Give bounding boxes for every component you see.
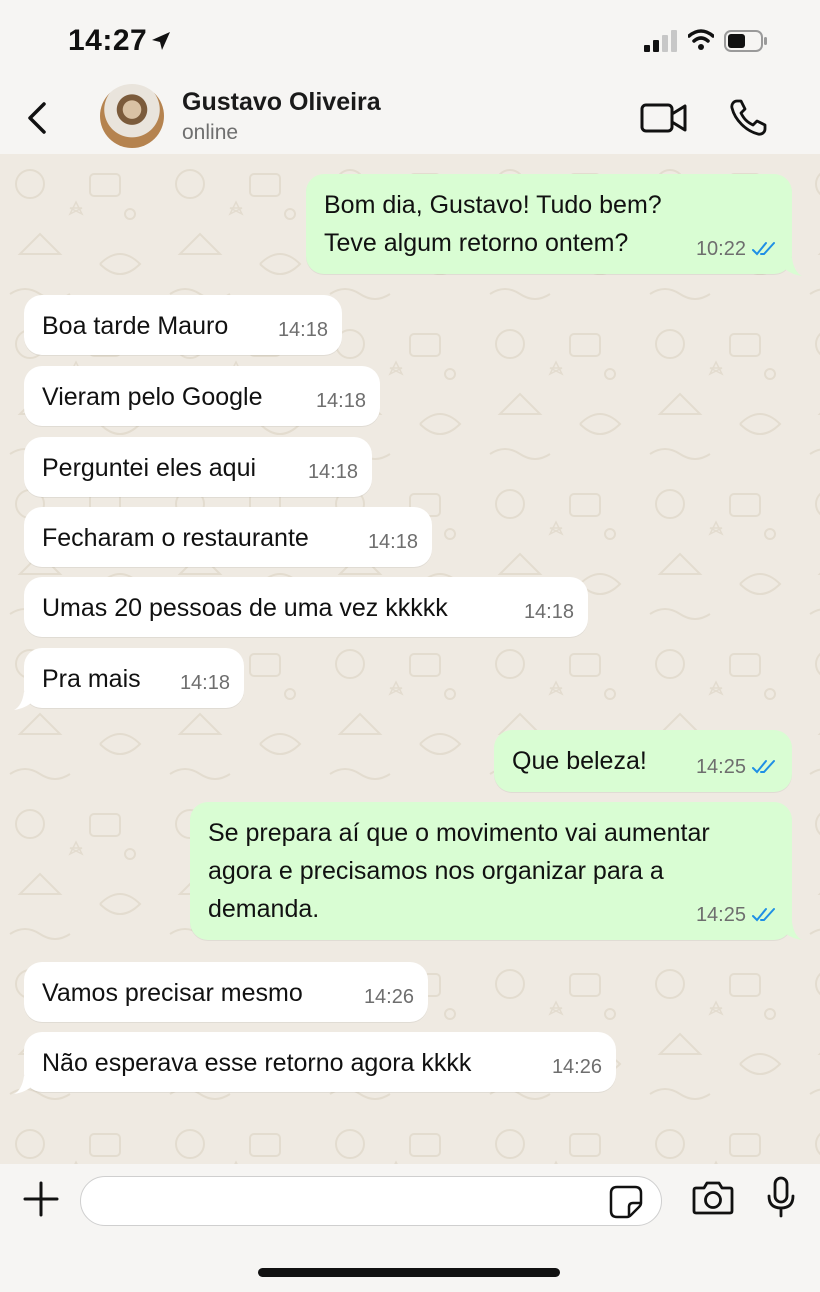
incoming-message[interactable]: Vieram pelo Google 14:18	[24, 366, 380, 426]
sticker-icon[interactable]	[609, 1185, 643, 1219]
incoming-message[interactable]: Pra mais 14:18	[24, 648, 244, 708]
status-bar: 14:27	[0, 0, 820, 80]
read-ticks-icon	[752, 908, 775, 922]
message-time: 10:22	[695, 238, 746, 260]
message-time: 14:18	[277, 319, 328, 341]
chat-area[interactable]: Bom dia, Gustavo! Tudo bem? Teve algum r…	[0, 154, 820, 1164]
message-time: 14:26	[363, 986, 414, 1008]
incoming-message[interactable]: Boa tarde Mauro 14:18	[24, 295, 342, 355]
message-text: Umas 20 pessoas de uma vez kkkkk	[42, 594, 448, 622]
message-meta: 14:25	[696, 896, 778, 934]
message-meta: 14:18	[316, 382, 366, 420]
message-time: 14:25	[695, 756, 746, 778]
message-text: Não esperava esse retorno agora kkkk	[42, 1049, 472, 1077]
incoming-message[interactable]: Perguntei eles aqui 14:18	[24, 437, 372, 497]
contact-avatar[interactable]	[100, 84, 164, 148]
message-meta: 14:25	[696, 748, 778, 786]
back-chevron-icon[interactable]	[24, 100, 50, 136]
wifi-icon	[688, 29, 714, 50]
message-time: 14:18	[179, 672, 230, 694]
message-meta: 14:18	[368, 523, 418, 561]
chat-header: Gustavo Oliveira online	[0, 80, 820, 154]
incoming-message[interactable]: Vamos precisar mesmo 14:26	[24, 962, 428, 1022]
message-time: 14:26	[551, 1056, 602, 1078]
outgoing-message[interactable]: Que beleza! 14:25	[494, 730, 792, 792]
bubble-tail	[784, 922, 802, 940]
home-indicator	[258, 1268, 560, 1277]
location-arrow-icon	[152, 32, 170, 50]
read-ticks-icon	[752, 242, 775, 256]
message-time: 14:18	[367, 531, 418, 553]
contact-status: online	[182, 121, 239, 144]
outgoing-message[interactable]: Bom dia, Gustavo! Tudo bem? Teve algum r…	[306, 174, 792, 274]
message-time: 14:18	[523, 601, 574, 623]
incoming-message[interactable]: Não esperava esse retorno agora kkkk 14:…	[24, 1032, 616, 1092]
microphone-icon[interactable]	[766, 1176, 796, 1218]
read-ticks-icon	[752, 760, 775, 774]
plus-icon[interactable]	[22, 1180, 60, 1218]
message-meta: 14:26	[552, 1048, 602, 1086]
message-time: 14:18	[307, 461, 358, 483]
incoming-message[interactable]: Fecharam o restaurante 14:18	[24, 507, 432, 567]
message-text: Se prepara aí que o movimento vai aument…	[208, 819, 710, 923]
voice-call-icon[interactable]	[728, 98, 768, 138]
message-meta: 14:26	[364, 978, 414, 1016]
bubble-tail	[14, 692, 32, 710]
battery-icon	[724, 30, 767, 52]
message-time: 14:25	[695, 904, 746, 926]
outgoing-message[interactable]: Se prepara aí que o movimento vai aument…	[190, 802, 792, 940]
message-meta: 14:18	[308, 453, 358, 491]
message-text: Fecharam o restaurante	[42, 524, 309, 552]
message-meta: 14:18	[180, 664, 230, 702]
status-time: 14:27	[68, 24, 148, 57]
video-call-icon[interactable]	[640, 100, 688, 136]
message-input[interactable]	[80, 1176, 662, 1226]
message-meta: 14:18	[524, 593, 574, 631]
bubble-tail	[14, 1076, 32, 1094]
message-text: Vieram pelo Google	[42, 383, 263, 411]
message-meta: 10:22	[696, 230, 778, 268]
incoming-message[interactable]: Umas 20 pessoas de uma vez kkkkk 14:18	[24, 577, 588, 637]
camera-icon[interactable]	[692, 1180, 734, 1216]
contact-name[interactable]: Gustavo Oliveira	[182, 88, 381, 117]
message-meta: 14:18	[278, 311, 328, 349]
bubble-tail	[784, 258, 802, 276]
signal-icon	[644, 30, 677, 52]
composer-bar	[0, 1164, 820, 1292]
message-text: Vamos precisar mesmo	[42, 979, 303, 1007]
message-time: 14:18	[315, 390, 366, 412]
